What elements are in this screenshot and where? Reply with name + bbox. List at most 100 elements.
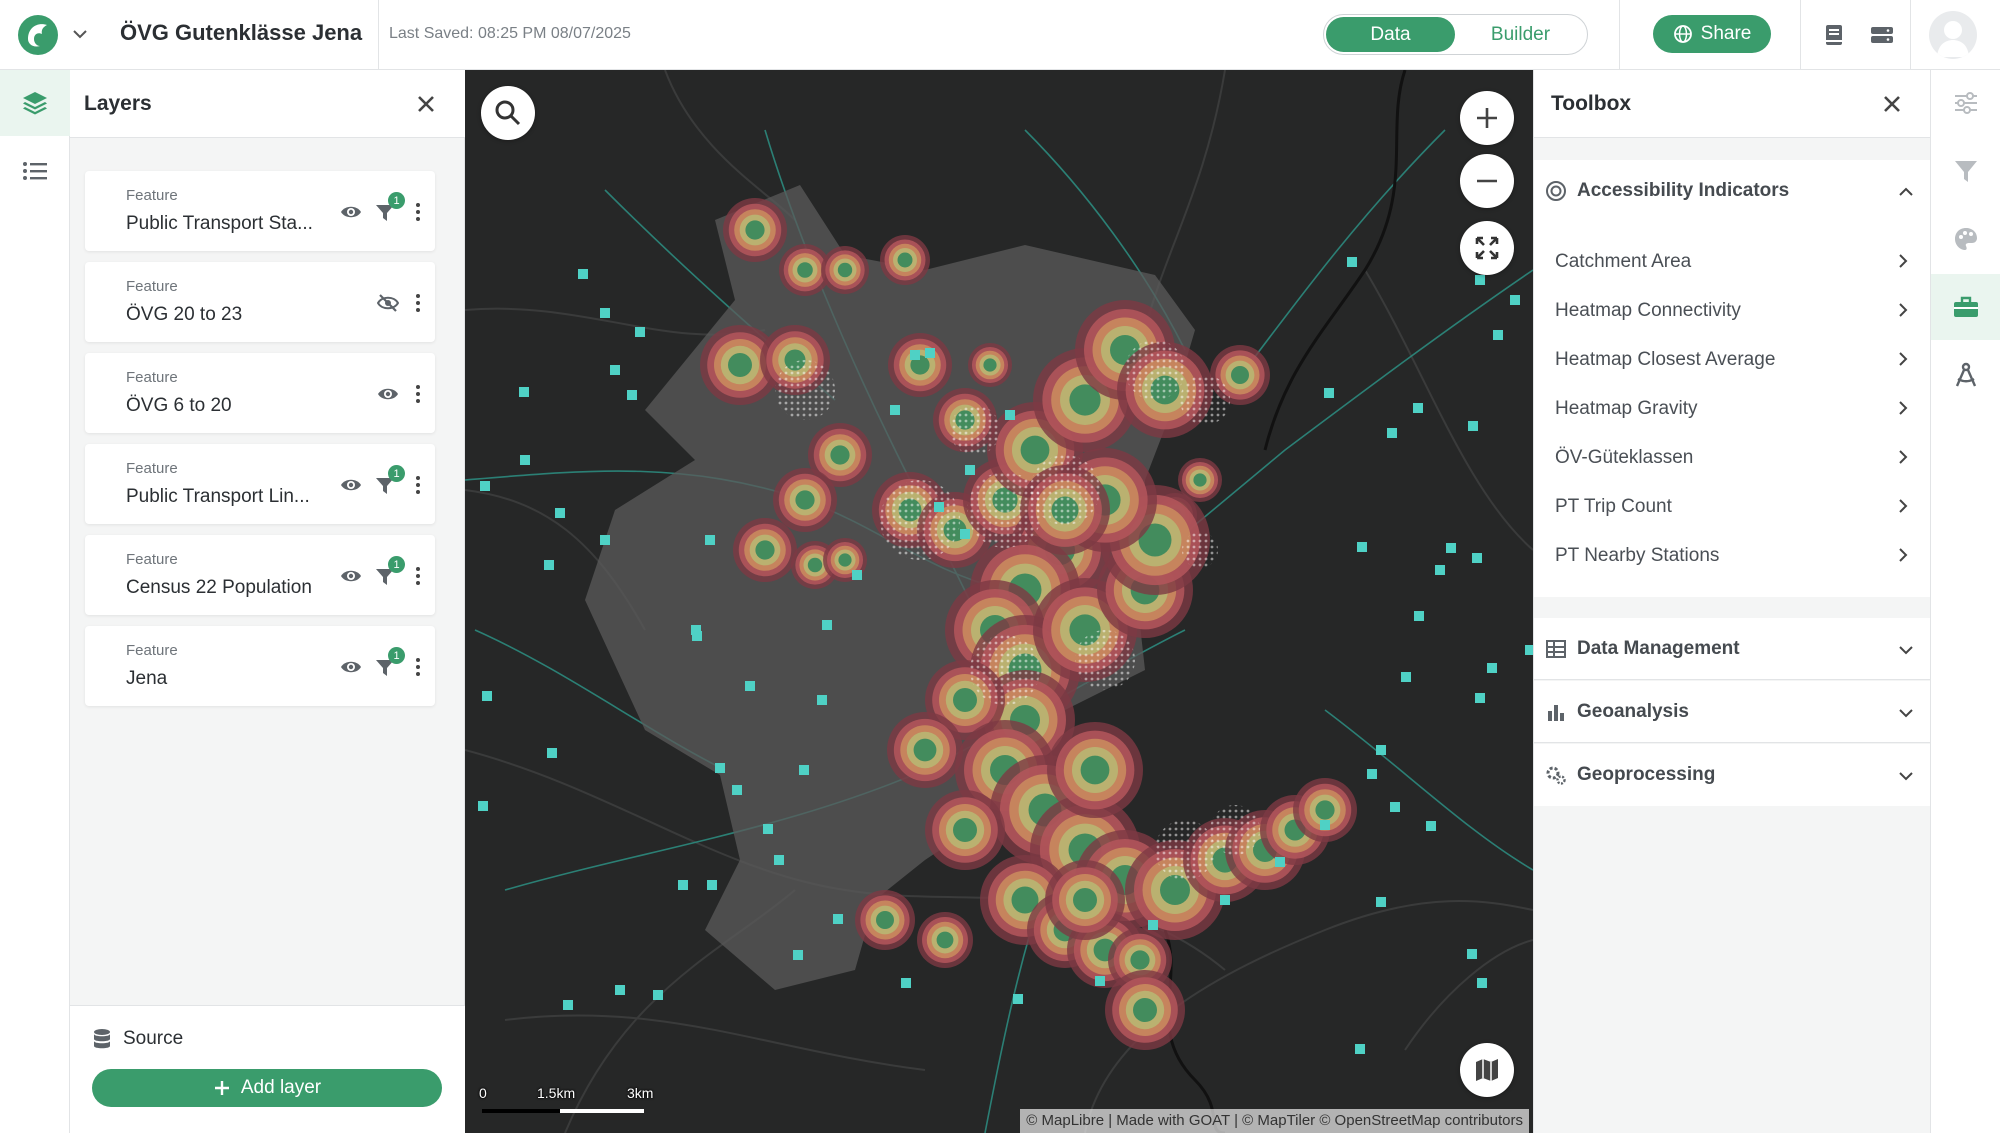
geoanalysis-header[interactable]: Geoanalysis — [1534, 681, 1931, 743]
transit-station-marker[interactable] — [1357, 542, 1367, 552]
transit-station-marker[interactable] — [1220, 895, 1230, 905]
transit-station-marker[interactable] — [1525, 645, 1533, 655]
eye-off-icon[interactable] — [377, 292, 399, 314]
builder-mode-button[interactable]: Builder — [1455, 17, 1586, 52]
transit-station-marker[interactable] — [1148, 920, 1158, 930]
eye-icon[interactable] — [340, 474, 362, 496]
transit-station-marker[interactable] — [715, 763, 725, 773]
transit-station-marker[interactable] — [1367, 769, 1377, 779]
transit-station-marker[interactable] — [600, 535, 610, 545]
transit-station-marker[interactable] — [833, 914, 843, 924]
chevron-down-icon[interactable] — [70, 24, 90, 44]
transit-station-marker[interactable] — [563, 1000, 573, 1010]
eye-icon[interactable] — [377, 383, 399, 405]
transit-station-marker[interactable] — [1426, 821, 1436, 831]
rail-legend-button[interactable] — [0, 138, 70, 204]
transit-station-marker[interactable] — [1510, 295, 1520, 305]
transit-station-marker[interactable] — [822, 620, 832, 630]
transit-station-marker[interactable] — [1414, 611, 1424, 621]
transit-station-marker[interactable] — [1390, 802, 1400, 812]
transit-station-marker[interactable] — [519, 387, 529, 397]
transit-station-marker[interactable] — [635, 327, 645, 337]
zoom-out-button[interactable] — [1460, 154, 1514, 208]
transit-station-marker[interactable] — [1347, 257, 1357, 267]
tool-item[interactable]: Catchment Area — [1534, 238, 1931, 286]
map-canvas[interactable]: 0 1.5km 3km © MapLibre | Made with GOAT … — [465, 70, 1533, 1133]
transit-station-marker[interactable] — [1468, 421, 1478, 431]
map-render[interactable] — [465, 70, 1533, 1133]
share-button[interactable]: Share — [1653, 15, 1771, 53]
transit-station-marker[interactable] — [934, 502, 944, 512]
tool-item[interactable]: ÖV-Güteklassen — [1534, 434, 1931, 482]
more-vertical-icon[interactable] — [410, 565, 426, 587]
rail-toolbox-button[interactable] — [1931, 274, 2000, 340]
transit-station-marker[interactable] — [1475, 693, 1485, 703]
transit-station-marker[interactable] — [691, 625, 701, 635]
transit-station-marker[interactable] — [817, 695, 827, 705]
data-management-header[interactable]: Data Management — [1534, 618, 1931, 680]
layer-card[interactable]: Feature Census 22 Population 1 — [85, 535, 435, 615]
transit-station-marker[interactable] — [547, 748, 557, 758]
eye-icon[interactable] — [340, 565, 362, 587]
more-vertical-icon[interactable] — [410, 474, 426, 496]
eye-icon[interactable] — [340, 201, 362, 223]
server-storage-icon[interactable] — [1869, 22, 1895, 48]
more-vertical-icon[interactable] — [410, 656, 426, 678]
transit-station-marker[interactable] — [793, 950, 803, 960]
rail-style-button[interactable] — [1931, 206, 2000, 272]
transit-station-marker[interactable] — [610, 365, 620, 375]
map-attribution[interactable]: © MapLibre | Made with GOAT | © MapTiler… — [1020, 1109, 1529, 1133]
tool-item[interactable]: PT Trip Count — [1534, 483, 1931, 531]
avatar[interactable] — [1929, 11, 1977, 59]
transit-station-marker[interactable] — [852, 570, 862, 580]
transit-station-marker[interactable] — [1475, 275, 1485, 285]
transit-station-marker[interactable] — [1487, 663, 1497, 673]
transit-station-marker[interactable] — [1275, 857, 1285, 867]
rail-layers-button[interactable] — [0, 70, 70, 136]
transit-station-marker[interactable] — [1320, 820, 1330, 830]
transit-station-marker[interactable] — [925, 348, 935, 358]
transit-station-marker[interactable] — [799, 765, 809, 775]
transit-station-marker[interactable] — [678, 880, 688, 890]
rail-scenario-button[interactable] — [1931, 342, 2000, 408]
basemap-button[interactable] — [1460, 1043, 1514, 1097]
transit-station-marker[interactable] — [544, 560, 554, 570]
layer-card[interactable]: Feature ÖVG 6 to 20 — [85, 353, 435, 433]
rail-properties-button[interactable] — [1931, 70, 2000, 136]
transit-station-marker[interactable] — [1446, 543, 1456, 553]
transit-station-marker[interactable] — [578, 269, 588, 279]
transit-station-marker[interactable] — [1387, 428, 1397, 438]
fullscreen-button[interactable] — [1460, 221, 1514, 275]
transit-station-marker[interactable] — [910, 350, 920, 360]
geoprocessing-header[interactable]: Geoprocessing — [1534, 744, 1931, 806]
transit-station-marker[interactable] — [707, 880, 717, 890]
transit-station-marker[interactable] — [615, 985, 625, 995]
transit-station-marker[interactable] — [600, 308, 610, 318]
tool-item[interactable]: PT Nearby Stations — [1534, 532, 1931, 580]
source-label[interactable]: Source — [123, 1028, 183, 1050]
transit-station-marker[interactable] — [1376, 897, 1386, 907]
transit-station-marker[interactable] — [1467, 949, 1477, 959]
layer-card[interactable]: Feature Public Transport Lin... 1 — [85, 444, 435, 524]
documentation-book-icon[interactable] — [1821, 22, 1847, 48]
transit-station-marker[interactable] — [965, 465, 975, 475]
transit-station-marker[interactable] — [763, 824, 773, 834]
transit-station-marker[interactable] — [1324, 388, 1334, 398]
transit-station-marker[interactable] — [555, 508, 565, 518]
transit-station-marker[interactable] — [774, 855, 784, 865]
transit-station-marker[interactable] — [705, 535, 715, 545]
more-vertical-icon[interactable] — [410, 383, 426, 405]
transit-station-marker[interactable] — [732, 785, 742, 795]
transit-station-marker[interactable] — [520, 455, 530, 465]
transit-station-marker[interactable] — [478, 801, 488, 811]
close-icon[interactable] — [1880, 92, 1904, 116]
add-layer-button[interactable]: Add layer — [92, 1069, 442, 1107]
layer-card[interactable]: Feature ÖVG 20 to 23 — [85, 262, 435, 342]
transit-station-marker[interactable] — [1355, 1044, 1365, 1054]
transit-station-marker[interactable] — [482, 691, 492, 701]
transit-station-marker[interactable] — [1472, 553, 1482, 563]
tool-item[interactable]: Heatmap Closest Average — [1534, 336, 1931, 384]
transit-station-marker[interactable] — [653, 990, 663, 1000]
map-search-button[interactable] — [481, 86, 535, 140]
more-vertical-icon[interactable] — [410, 201, 426, 223]
